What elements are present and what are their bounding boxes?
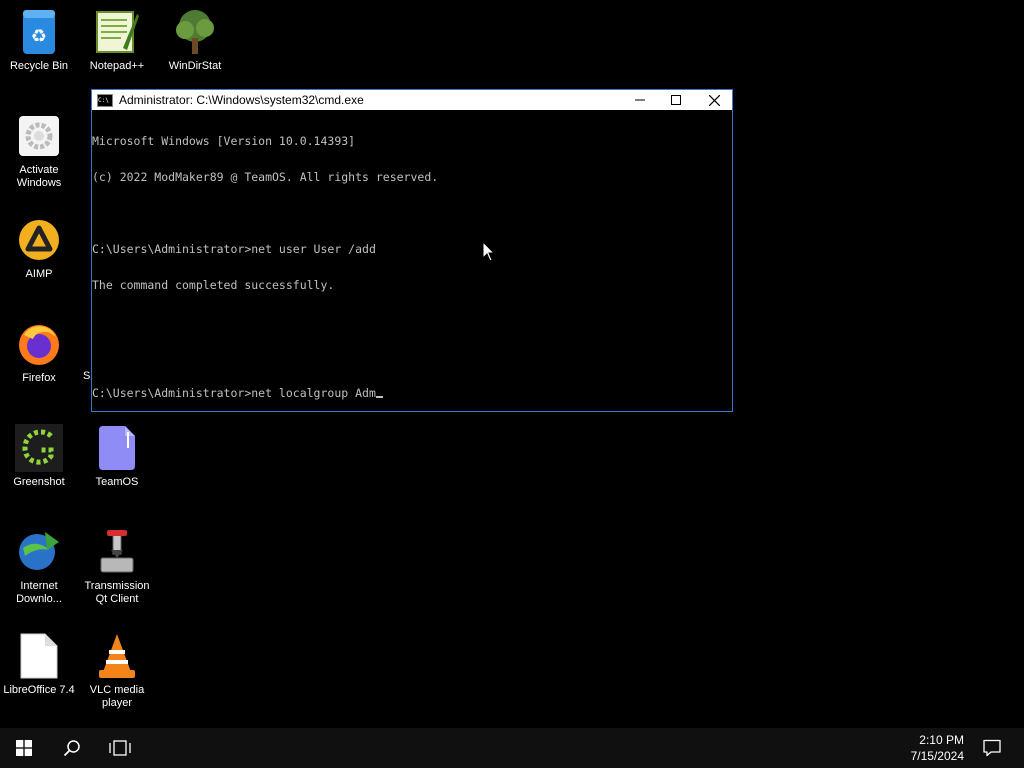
desktop-icon-label: Internet Downlo...: [16, 580, 62, 605]
transmission-icon: [93, 528, 141, 576]
desktop-icon-label: WinDirStat: [168, 60, 222, 72]
desktop-icon-label: Firefox: [22, 372, 56, 384]
recycle-bin-icon: ♻: [15, 8, 63, 56]
desktop-icon-vlc[interactable]: VLC media player: [79, 632, 155, 710]
close-icon: [708, 94, 720, 106]
svg-text:♻: ♻: [31, 26, 47, 47]
maximize-icon: [671, 95, 681, 105]
console-input-line[interactable]: C:\Users\Administrator>net localgroup Ad…: [92, 387, 732, 399]
desktop-icon-aimp[interactable]: AIMP: [1, 216, 77, 281]
desktop-icon-label: VLC media player: [89, 684, 145, 709]
desktop-icon-teamos[interactable]: TeamOS: [79, 424, 155, 489]
greenshot-icon: [15, 424, 63, 472]
aimp-icon: [15, 216, 63, 264]
notepad-plus-plus-icon: [93, 8, 141, 56]
desktop-icon-label: AIMP: [25, 268, 53, 280]
desktop-icon-windirstat[interactable]: WinDirStat: [157, 8, 233, 73]
search-icon: [63, 740, 80, 757]
clock-time: 2:10 PM: [919, 733, 964, 747]
desktop-icon-greenshot[interactable]: Greenshot: [1, 424, 77, 489]
desktop-icon-label: Notepad++: [89, 60, 145, 72]
desktop-icon-firefox[interactable]: Firefox: [1, 320, 77, 385]
console-line: Microsoft Windows [Version 10.0.14393]: [92, 134, 356, 148]
libreoffice-icon: [15, 632, 63, 680]
search-button[interactable]: [48, 728, 96, 768]
desktop: ♻ Recycle Bin Notepad++ WinDirStat Activ…: [0, 0, 1024, 728]
firefox-icon: [15, 320, 63, 368]
close-button[interactable]: [696, 90, 732, 110]
windirstat-icon: [171, 8, 219, 56]
minimize-icon: [635, 99, 645, 101]
maximize-button[interactable]: [658, 90, 694, 110]
desktop-icon-label: Transmission Qt Client: [84, 580, 150, 605]
console-output[interactable]: Microsoft Windows [Version 10.0.14393] (…: [92, 110, 732, 423]
console-line: The command completed successfully.: [92, 278, 335, 292]
system-clock[interactable]: 2:10 PM 7/15/2024: [911, 732, 964, 764]
internet-download-manager-icon: [15, 528, 63, 576]
desktop-icon-label: Recycle Bin: [9, 60, 69, 72]
console-line: C:\Users\Administrator>net user User /ad…: [92, 242, 376, 256]
desktop-icon-label: LibreOffice 7.4: [3, 684, 75, 696]
cmd-icon: C:\: [97, 93, 113, 107]
console-current-command: C:\Users\Administrator>net localgroup Ad…: [92, 386, 376, 400]
mouse-pointer-icon: [482, 241, 496, 262]
desktop-icon-activate-windows[interactable]: Activate Windows: [1, 112, 77, 190]
text-cursor: [375, 396, 383, 398]
cmd-window[interactable]: C:\ Administrator: C:\Windows\system32\c…: [91, 89, 733, 412]
taskbar: 2:10 PM 7/15/2024: [0, 728, 1024, 768]
partially-hidden-icon-label: S: [83, 370, 91, 382]
teamos-icon: [93, 424, 141, 472]
windows-logo-icon: [16, 740, 32, 756]
minimize-button[interactable]: [622, 90, 658, 110]
notifications-icon: [983, 739, 1001, 757]
desktop-icon-label: Greenshot: [13, 476, 65, 488]
start-button[interactable]: [0, 728, 48, 768]
desktop-icon-label: Activate Windows: [16, 164, 62, 189]
desktop-icon-libreoffice[interactable]: LibreOffice 7.4: [1, 632, 77, 697]
console-line: (c) 2022 ModMaker89 @ TeamOS. All rights…: [92, 170, 439, 184]
desktop-icon-recycle-bin[interactable]: ♻ Recycle Bin: [1, 8, 77, 73]
desktop-icon-transmission[interactable]: Transmission Qt Client: [79, 528, 155, 606]
desktop-icon-label: TeamOS: [95, 476, 139, 488]
task-view-icon: [109, 740, 131, 756]
action-center-button[interactable]: [968, 728, 1016, 768]
cmd-titlebar[interactable]: C:\ Administrator: C:\Windows\system32\c…: [92, 90, 732, 110]
desktop-icon-notepad-plus-plus[interactable]: Notepad++: [79, 8, 155, 73]
task-view-button[interactable]: [96, 728, 144, 768]
clock-date: 7/15/2024: [910, 749, 964, 763]
window-title: Administrator: C:\Windows\system32\cmd.e…: [119, 93, 364, 107]
desktop-icon-internet-download-manager[interactable]: Internet Downlo...: [1, 528, 77, 606]
vlc-icon: [93, 632, 141, 680]
activate-windows-icon: [15, 112, 63, 160]
